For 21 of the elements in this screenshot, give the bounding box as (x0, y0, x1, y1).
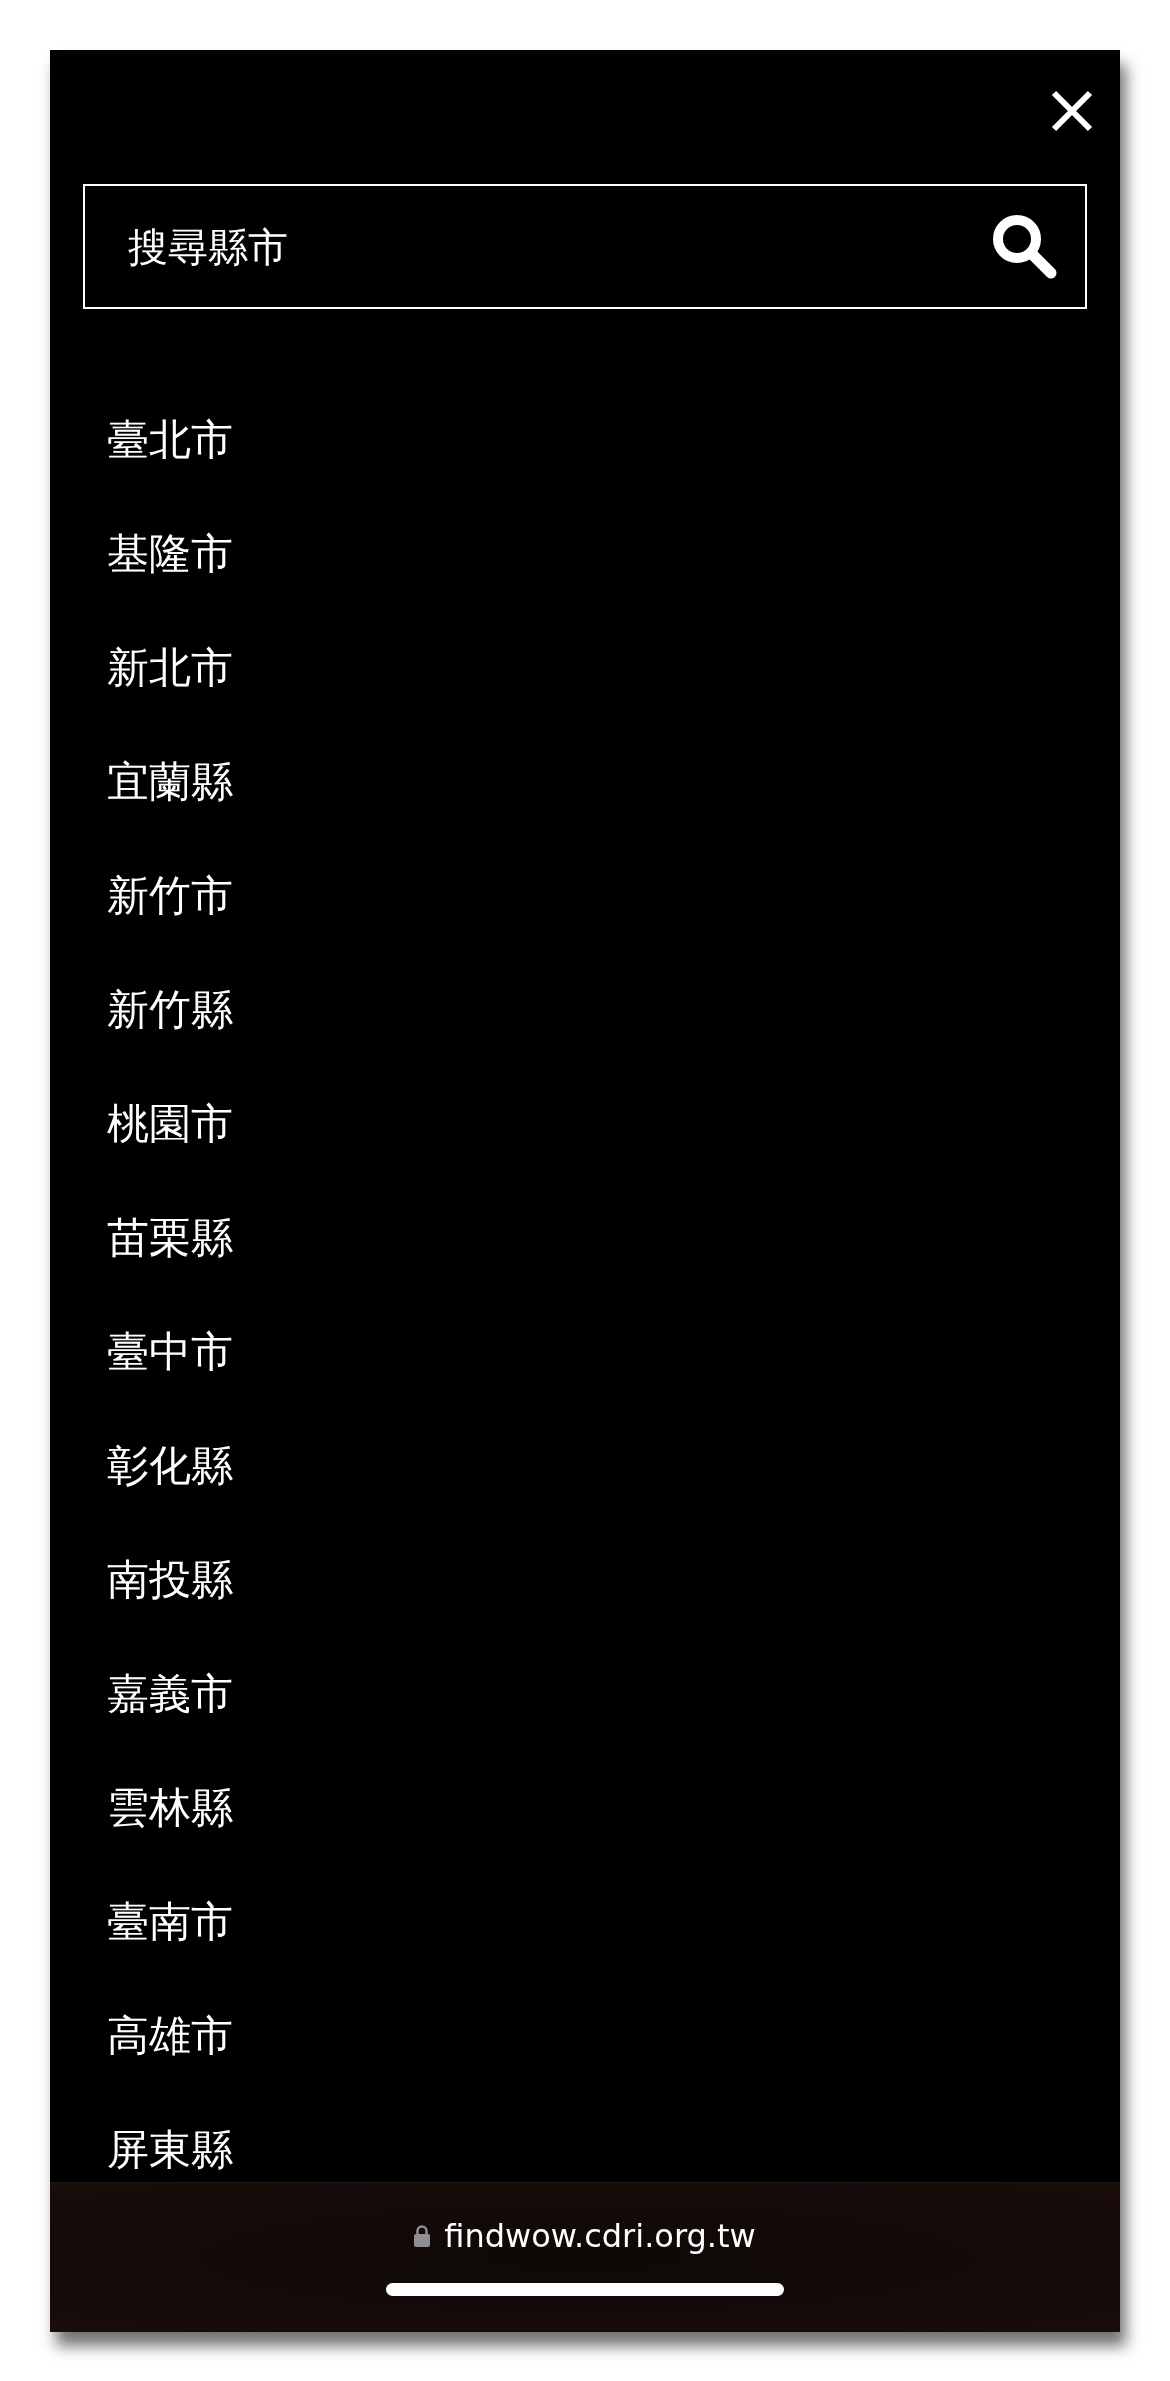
close-icon (1050, 89, 1094, 133)
city-item[interactable]: 高雄市 (50, 1979, 233, 2093)
city-item[interactable]: 屏東縣 (50, 2093, 233, 2182)
search-field[interactable]: 搜尋縣市 (83, 184, 1087, 309)
city-item[interactable]: 嘉義市 (50, 1637, 233, 1751)
city-item[interactable]: 臺北市 (50, 383, 233, 497)
city-item[interactable]: 南投縣 (50, 1523, 233, 1637)
city-item[interactable]: 桃園市 (50, 1067, 233, 1181)
city-item[interactable]: 新竹市 (50, 839, 233, 953)
city-item[interactable]: 新竹縣 (50, 953, 233, 1067)
city-item[interactable]: 苗栗縣 (50, 1181, 233, 1295)
close-button[interactable] (1050, 89, 1094, 133)
city-item[interactable]: 臺中市 (50, 1295, 233, 1409)
city-item[interactable]: 宜蘭縣 (50, 725, 233, 839)
city-item[interactable]: 臺南市 (50, 1865, 233, 1979)
city-item[interactable]: 基隆市 (50, 497, 233, 611)
lock-icon (414, 2225, 431, 2247)
city-item[interactable]: 雲林縣 (50, 1751, 233, 1865)
city-item[interactable]: 新北市 (50, 611, 233, 725)
city-item[interactable]: 彰化縣 (50, 1409, 233, 1523)
url-text: findwow.cdri.org.tw (444, 2217, 756, 2255)
